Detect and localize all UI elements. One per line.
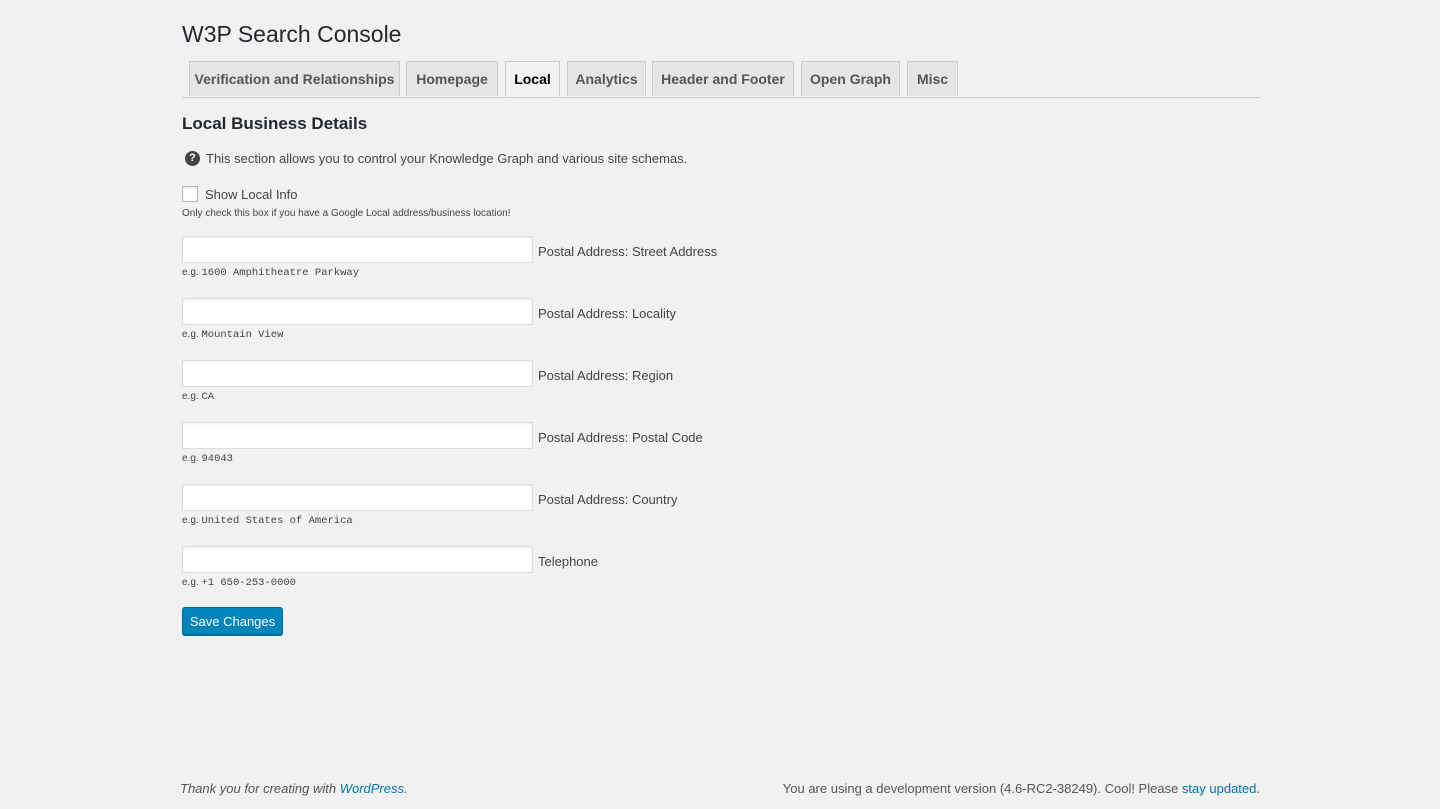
hint-prefix: e.g. bbox=[182, 267, 199, 278]
footer-version-suffix: . bbox=[1256, 781, 1260, 796]
hint-example: CA bbox=[201, 391, 215, 403]
street-address-hint: e.g. 1600 Amphitheatre Parkway bbox=[182, 267, 359, 279]
hint-example: 1600 Amphitheatre Parkway bbox=[201, 267, 359, 279]
hint-prefix: e.g. bbox=[182, 329, 199, 340]
postal-code-label: Postal Address: Postal Code bbox=[538, 430, 703, 445]
street-address-input[interactable] bbox=[182, 236, 533, 263]
country-label: Postal Address: Country bbox=[538, 492, 678, 507]
street-address-label: Postal Address: Street Address bbox=[538, 244, 718, 259]
footer-thankyou: Thank you for creating with WordPress. bbox=[180, 781, 408, 796]
telephone-hint: e.g. +1 650-253-0000 bbox=[182, 577, 296, 589]
show-local-info-checkbox[interactable] bbox=[182, 186, 198, 202]
wordpress-link[interactable]: WordPress bbox=[340, 781, 404, 796]
hint-example: +1 650-253-0000 bbox=[201, 577, 296, 589]
hint-prefix: e.g. bbox=[182, 453, 199, 464]
stay-updated-link[interactable]: stay updated bbox=[1182, 781, 1256, 796]
region-field-group: Postal Address: Region e.g. CA bbox=[182, 360, 882, 408]
tab-analytics[interactable]: Analytics bbox=[567, 61, 646, 96]
street-address-field-group: Postal Address: Street Address e.g. 1600… bbox=[182, 236, 882, 284]
region-input[interactable] bbox=[182, 360, 533, 387]
region-hint: e.g. CA bbox=[182, 391, 214, 403]
postal-code-hint: e.g. 94043 bbox=[182, 453, 233, 465]
tab-homepage[interactable]: Homepage bbox=[406, 61, 498, 96]
locality-hint: e.g. Mountain View bbox=[182, 329, 283, 341]
hint-example: United States of America bbox=[201, 515, 353, 527]
country-input[interactable] bbox=[182, 484, 533, 511]
hint-prefix: e.g. bbox=[182, 391, 199, 402]
section-title: Local Business Details bbox=[182, 114, 368, 133]
telephone-input[interactable] bbox=[182, 546, 533, 573]
tab-header-and-footer[interactable]: Header and Footer bbox=[652, 61, 794, 96]
question-circle-icon: ? bbox=[185, 151, 200, 166]
locality-field-group: Postal Address: Locality e.g. Mountain V… bbox=[182, 298, 882, 346]
locality-input[interactable] bbox=[182, 298, 533, 325]
locality-label: Postal Address: Locality bbox=[538, 306, 677, 321]
footer-version-text: You are using a development version (4.6… bbox=[782, 781, 1182, 796]
footer-thankyou-text: Thank you for creating with bbox=[180, 781, 340, 796]
hint-example: Mountain View bbox=[201, 329, 284, 341]
postal-code-field-group: Postal Address: Postal Code e.g. 94043 bbox=[182, 422, 882, 470]
hint-prefix: e.g. bbox=[182, 577, 199, 588]
country-hint: e.g. United States of America bbox=[182, 515, 353, 527]
hint-prefix: e.g. bbox=[182, 515, 199, 526]
tab-verification-and-relationships[interactable]: Verification and Relationships bbox=[189, 61, 400, 96]
save-changes-button[interactable]: Save Changes bbox=[182, 607, 283, 635]
telephone-label: Telephone bbox=[538, 554, 598, 569]
section-description-text: This section allows you to control your … bbox=[206, 151, 688, 166]
footer-thankyou-suffix: . bbox=[404, 781, 408, 796]
footer-version: You are using a development version (4.6… bbox=[783, 781, 1260, 796]
tab-open-graph[interactable]: Open Graph bbox=[801, 61, 900, 96]
country-field-group: Postal Address: Country e.g. United Stat… bbox=[182, 484, 882, 532]
show-local-info-description: Only check this box if you have a Google… bbox=[182, 208, 511, 219]
region-label: Postal Address: Region bbox=[538, 368, 674, 383]
nav-tabs: Verification and Relationships Homepage … bbox=[182, 61, 1260, 98]
hint-example: 94043 bbox=[201, 453, 233, 465]
show-local-info-row: Show Local Info bbox=[182, 186, 298, 202]
show-local-info-label[interactable]: Show Local Info bbox=[205, 187, 298, 202]
telephone-field-group: Telephone e.g. +1 650-253-0000 bbox=[182, 546, 882, 594]
postal-code-input[interactable] bbox=[182, 422, 533, 449]
tab-local[interactable]: Local bbox=[505, 61, 560, 97]
page-title: W3P Search Console bbox=[182, 21, 402, 47]
section-description: ? This section allows you to control you… bbox=[185, 151, 687, 166]
tab-misc[interactable]: Misc bbox=[907, 61, 958, 96]
